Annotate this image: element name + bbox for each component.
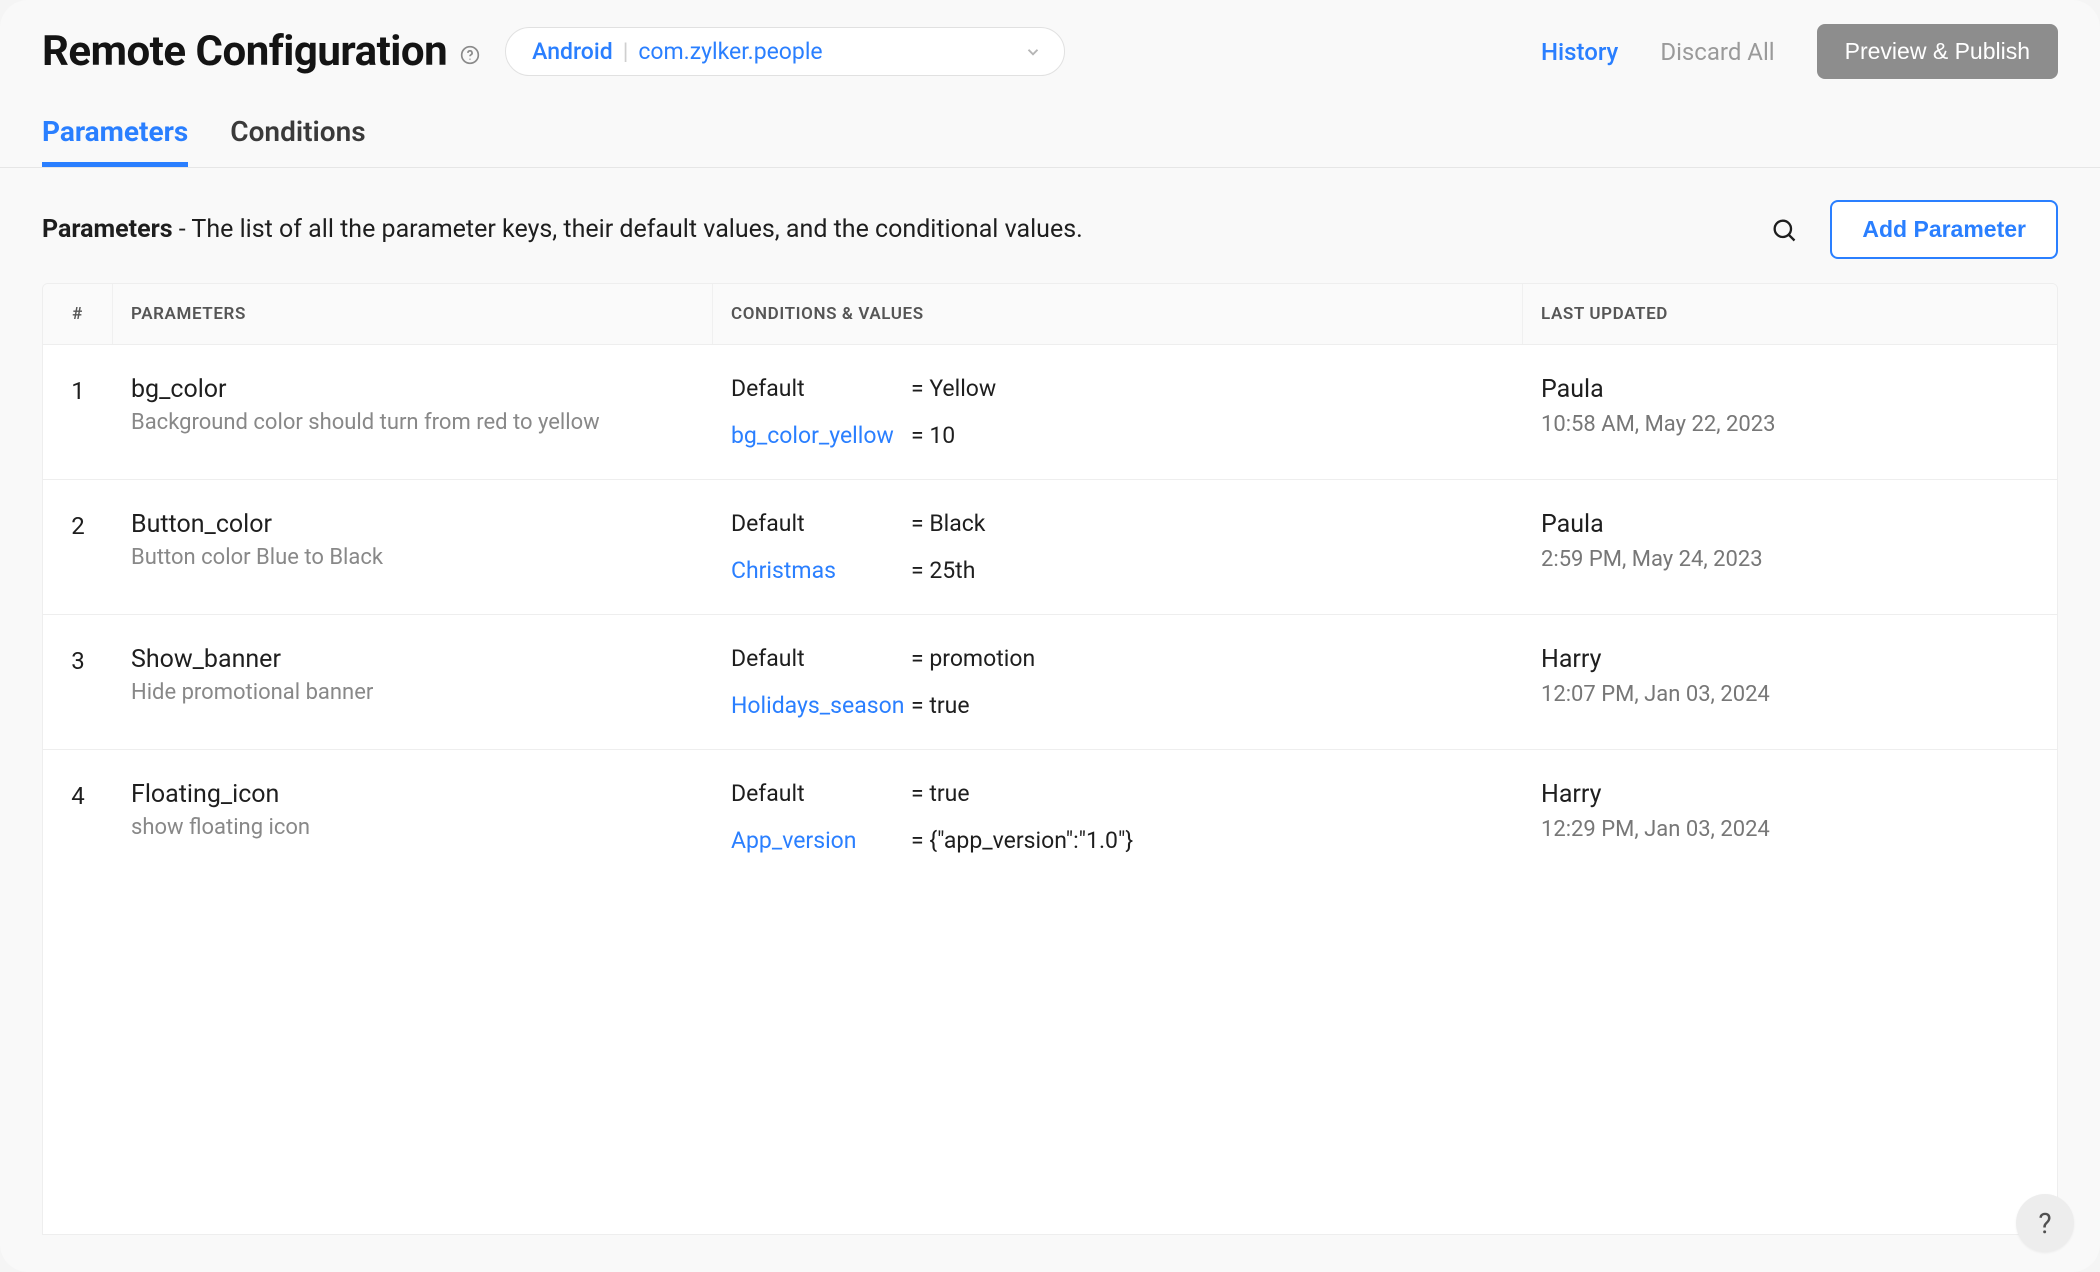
discard-all-link[interactable]: Discard All — [1660, 38, 1774, 66]
condition-line: Default= true — [731, 780, 1505, 807]
table-header: # Parameters Conditions & Values Last Up… — [43, 284, 2057, 345]
condition-value: = 25th — [911, 557, 1505, 584]
history-link[interactable]: History — [1541, 38, 1618, 66]
row-parameter: Button_color Button color Blue to Black — [113, 506, 713, 588]
header: Remote Configuration Android | com.zylke… — [0, 0, 2100, 89]
floating-help-button[interactable]: ? — [2016, 1194, 2074, 1252]
tab-parameters[interactable]: Parameters — [42, 115, 188, 167]
condition-link[interactable]: bg_color_yellow — [731, 422, 911, 449]
table-row[interactable]: 4Floating_iconshow floating iconDefault=… — [43, 750, 2057, 884]
condition-line: Christmas= 25th — [731, 557, 1505, 584]
condition-default-label: Default — [731, 645, 911, 672]
condition-line: App_version= {"app_version":"1.0"} — [731, 827, 1505, 854]
condition-value: = 10 — [911, 422, 1505, 449]
condition-default-label: Default — [731, 510, 911, 537]
updated-by: Paula — [1541, 510, 2039, 539]
condition-value: = promotion — [911, 645, 1505, 672]
condition-line: Default= Black — [731, 510, 1505, 537]
condition-value: = {"app_version":"1.0"} — [911, 827, 1505, 854]
app-platform: Android — [532, 38, 613, 65]
condition-value: = true — [911, 692, 1505, 719]
sub-title: Parameters — [42, 215, 173, 244]
app-frame: Remote Configuration Android | com.zylke… — [0, 0, 2100, 1272]
condition-line: Default= Yellow — [731, 375, 1505, 402]
row-parameter: Floating_iconshow floating icon — [113, 776, 713, 858]
row-updated: Harry 12:07 PM, Jan 03, 2024 — [1523, 641, 2057, 723]
row-index: 3 — [43, 641, 113, 723]
parameter-desc: show floating icon — [131, 815, 695, 840]
parameter-desc: Button color Blue to Black — [131, 545, 695, 570]
condition-link[interactable]: Holidays_season — [731, 692, 911, 719]
condition-link[interactable]: App_version — [731, 827, 911, 854]
sub-desc: - The list of all the parameter keys, th… — [173, 215, 1083, 244]
app-package: com.zylker.people — [638, 38, 822, 65]
subheader: Parameters - The list of all the paramet… — [0, 168, 2100, 283]
parameter-name: Button_color — [131, 510, 695, 539]
table-empty-space — [43, 884, 2057, 1234]
condition-line: bg_color_yellow= 10 — [731, 422, 1505, 449]
row-updated: Paula 10:58 AM, May 22, 2023 — [1523, 371, 2057, 453]
row-parameter: bg_color Background color should turn fro… — [113, 371, 713, 453]
table-row[interactable]: 2 Button_color Button color Blue to Black D… — [43, 480, 2057, 615]
row-updated: Harry 12:29 PM, Jan 03, 2024 — [1523, 776, 2057, 858]
parameters-table: # Parameters Conditions & Values Last Up… — [42, 283, 2058, 1235]
condition-default-label: Default — [731, 375, 911, 402]
condition-value: = Black — [911, 510, 1505, 537]
updated-by: Harry — [1541, 645, 2039, 674]
app-selector[interactable]: Android | com.zylker.people — [505, 27, 1065, 76]
table-row[interactable]: 3 Show_banner Hide promotional banner Defau… — [43, 615, 2057, 750]
col-conditions: Conditions & Values — [713, 284, 1523, 344]
condition-line: Default= promotion — [731, 645, 1505, 672]
condition-link[interactable]: Christmas — [731, 557, 911, 584]
row-conditions: Default= Yellowbg_color_yellow= 10 — [713, 371, 1523, 453]
parameter-desc: Hide promotional banner — [131, 680, 695, 705]
parameter-name: Floating_icon — [131, 780, 695, 809]
page-title: Remote Configuration — [42, 27, 447, 76]
condition-line: Holidays_season= true — [731, 692, 1505, 719]
updated-at: 12:29 PM, Jan 03, 2024 — [1541, 817, 2039, 842]
tabs: Parameters Conditions — [0, 89, 2100, 168]
updated-by: Paula — [1541, 375, 2039, 404]
chevron-down-icon — [1024, 43, 1042, 61]
subheader-text: Parameters - The list of all the paramet… — [42, 215, 1083, 244]
parameter-name: bg_color — [131, 375, 695, 404]
col-updated: Last Updated — [1523, 284, 2057, 344]
help-icon[interactable] — [459, 44, 481, 66]
add-parameter-button[interactable]: Add Parameter — [1830, 200, 2058, 259]
tab-conditions[interactable]: Conditions — [230, 115, 365, 167]
condition-default-label: Default — [731, 780, 911, 807]
row-index: 4 — [43, 776, 113, 858]
condition-value: = Yellow — [911, 375, 1505, 402]
parameter-desc: Background color should turn from red to… — [131, 410, 695, 435]
condition-value: = true — [911, 780, 1505, 807]
updated-at: 12:07 PM, Jan 03, 2024 — [1541, 682, 2039, 707]
row-conditions: Default= BlackChristmas= 25th — [713, 506, 1523, 588]
updated-by: Harry — [1541, 780, 2039, 809]
row-conditions: Default= promotionHolidays_season= true — [713, 641, 1523, 723]
row-parameter: Show_banner Hide promotional banner — [113, 641, 713, 723]
row-conditions: Default= trueApp_version= {"app_version"… — [713, 776, 1523, 858]
row-updated: Paula 2:59 PM, May 24, 2023 — [1523, 506, 2057, 588]
row-index: 2 — [43, 506, 113, 588]
separator: | — [619, 38, 633, 65]
search-icon[interactable] — [1770, 216, 1798, 244]
row-index: 1 — [43, 371, 113, 453]
table-row[interactable]: 1 bg_color Background color should turn fr… — [43, 345, 2057, 480]
updated-at: 2:59 PM, May 24, 2023 — [1541, 547, 2039, 572]
updated-at: 10:58 AM, May 22, 2023 — [1541, 412, 2039, 437]
preview-publish-button[interactable]: Preview & Publish — [1817, 24, 2058, 79]
col-parameters: Parameters — [113, 284, 713, 344]
col-index: # — [43, 284, 113, 344]
parameter-name: Show_banner — [131, 645, 695, 674]
